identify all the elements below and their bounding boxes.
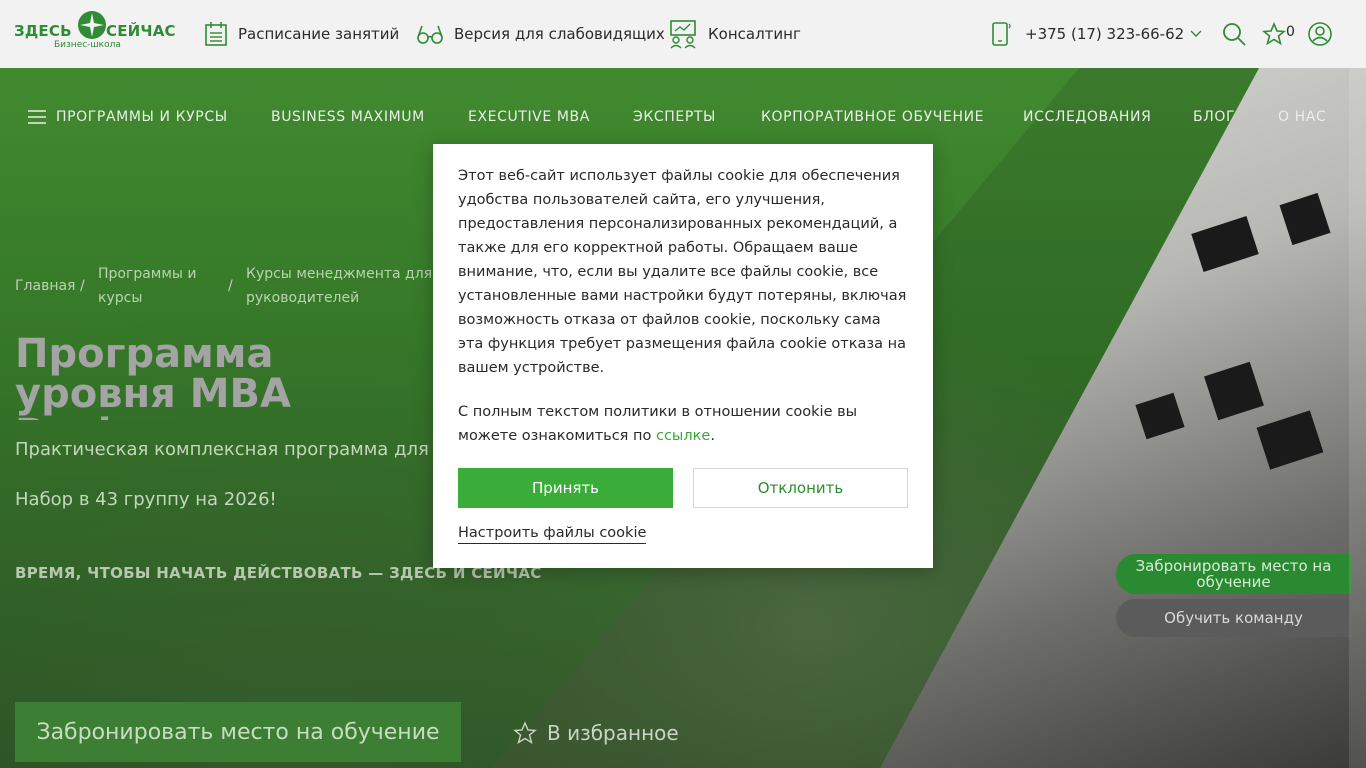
calendar-icon (205, 22, 227, 46)
logo-mark-icon (78, 11, 106, 39)
nav-programs[interactable]: ПРОГРАММЫ И КУРСЫ (56, 109, 228, 125)
breadcrumb-courses[interactable]: Курсы менеджмента для руководителей (246, 262, 436, 310)
nav-about[interactable]: О НАС (1278, 109, 1326, 125)
floating-train-team-button[interactable]: Обучить команду (1116, 599, 1351, 637)
favorites-button[interactable] (1261, 21, 1287, 47)
visually-impaired-link[interactable]: Версия для слабовидящих (416, 0, 665, 68)
nav-blog[interactable]: БЛОГ (1193, 109, 1235, 125)
top-bar: ЗДЕСЬ СЕЙЧАС Бизнес-школа Расписание зан… (0, 0, 1366, 68)
consulting-link[interactable]: Консалтинг (668, 0, 801, 68)
breadcrumb-home[interactable]: Главная (15, 274, 75, 298)
breadcrumb-separator: / (228, 278, 233, 294)
schedule-label: Расписание занятий (238, 25, 400, 43)
book-place-button[interactable]: Забронировать место на обучение (15, 702, 461, 762)
cookie-policy-link[interactable]: ссылке (656, 428, 710, 444)
user-icon (1308, 22, 1332, 46)
recruitment-text: Набор в 43 группу на 2026! (15, 489, 277, 510)
phone-icon (992, 22, 1011, 46)
nav-experts[interactable]: ЭКСПЕРТЫ (633, 109, 716, 125)
cookie-actions: Принять Отклонить (458, 468, 908, 508)
search-icon (1223, 23, 1246, 46)
schedule-link[interactable]: Расписание занятий (204, 0, 399, 68)
star-icon (513, 721, 537, 745)
consulting-label: Консалтинг (708, 25, 801, 43)
nav-business-maximum[interactable]: BUSINESS MAXIMUM (271, 109, 425, 125)
logo-word-2: СЕЙЧАС (106, 22, 176, 40)
logo-word-1: ЗДЕСЬ (14, 22, 72, 40)
logo-subtitle: Бизнес-школа (54, 40, 121, 50)
add-to-favorites-button[interactable]: В избранное (513, 716, 679, 750)
search-button[interactable] (1221, 21, 1247, 47)
nav-executive-mba[interactable]: EXECUTIVE MBA (468, 109, 590, 125)
phone-selector[interactable]: +375 (17) 323-66-62 (991, 0, 1202, 68)
chevron-down-icon (1190, 30, 1202, 37)
add-to-favorites-label: В избранное (547, 721, 679, 745)
favorites-count: 0 (1286, 24, 1295, 40)
star-icon (1262, 22, 1286, 46)
phone-number: +375 (17) 323-66-62 (1025, 25, 1185, 43)
cookie-policy-suffix: . (710, 428, 715, 444)
glasses-icon (417, 25, 443, 44)
accept-cookies-button[interactable]: Принять (458, 468, 673, 508)
hero-subtitle: Практическая комплексная программа для с… (15, 439, 435, 460)
breadcrumb-programs[interactable]: Программы и курсы (98, 262, 218, 310)
floating-book-button[interactable]: Забронировать место на обучение (1116, 554, 1351, 594)
cookie-settings-link[interactable]: Настроить файлы cookie (458, 525, 647, 544)
page-title: Программа уровня MBA Business Maximum (15, 334, 291, 420)
page-scrollbar[interactable] (1349, 68, 1366, 768)
cookie-consent-dialog: Этот веб-сайт использует файлы cookie дл… (433, 144, 933, 568)
cookie-notice-text: Этот веб-сайт использует файлы cookie дл… (458, 168, 907, 376)
consulting-icon (670, 20, 696, 49)
decline-cookies-button[interactable]: Отклонить (693, 468, 908, 508)
cookie-policy-text: С полным текстом политики в отношении co… (458, 400, 908, 448)
nav-research[interactable]: ИССЛЕДОВАНИЯ (1023, 109, 1151, 125)
visually-impaired-label: Версия для слабовидящих (454, 25, 665, 43)
breadcrumb-separator: / (80, 278, 85, 294)
logo[interactable]: ЗДЕСЬ СЕЙЧАС Бизнес-школа (14, 10, 176, 54)
nav-corporate[interactable]: КОРПОРАТИВНОЕ ОБУЧЕНИЕ (761, 109, 984, 125)
account-button[interactable] (1307, 21, 1333, 47)
menu-icon[interactable] (28, 108, 46, 126)
